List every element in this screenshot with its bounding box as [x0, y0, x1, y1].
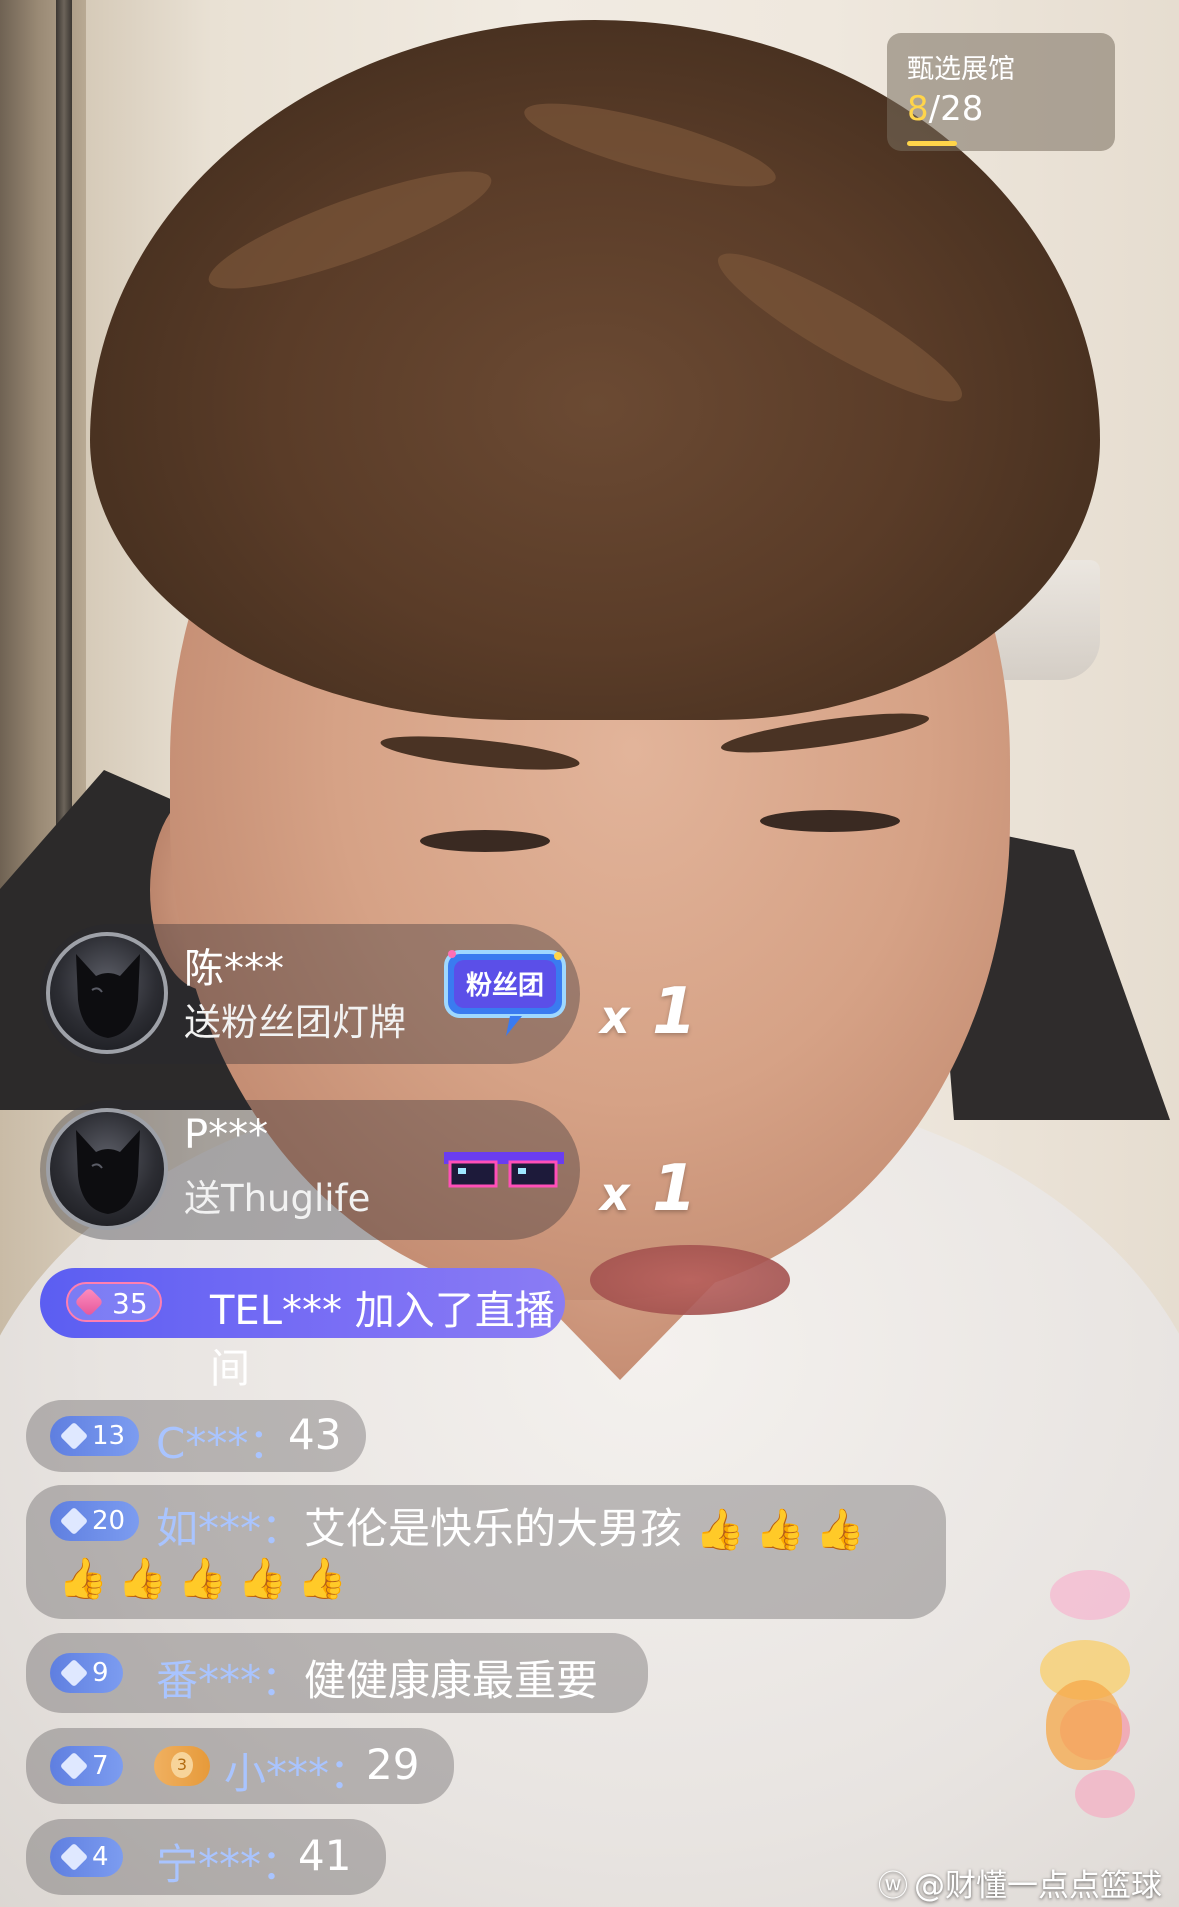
chat-text-content: 艾伦是快乐的大男孩	[304, 1504, 683, 1553]
multiplier-x: x	[600, 1167, 630, 1221]
chat-text: 健健康康最重要	[304, 1656, 599, 1705]
thumbs-up-icon: 👍	[815, 1507, 865, 1553]
user-level-badge: 7	[50, 1746, 123, 1786]
gift-sender-name: 陈***	[184, 946, 284, 992]
join-message: TEL*** 加入了直播间	[210, 1278, 565, 1394]
diamond-icon	[59, 1506, 89, 1536]
chat-message[interactable]: 7 3 小***： 29	[26, 1728, 454, 1804]
chat-message[interactable]: 13 C***： 43	[26, 1400, 366, 1472]
thumbs-up-icon: 👍	[755, 1507, 805, 1553]
user-level-number: 20	[92, 1506, 126, 1536]
user-joined-banner: 35 TEL*** 加入了直播间	[40, 1268, 565, 1392]
chat-text: 41	[298, 1831, 352, 1880]
floating-gift-icon	[1050, 1570, 1130, 1620]
cat-silhouette-icon	[76, 954, 140, 1038]
floating-flame-icon	[1046, 1680, 1122, 1770]
joined-username: TEL***	[210, 1288, 342, 1334]
user-level-number: 9	[92, 1658, 109, 1688]
diamond-icon	[59, 1842, 89, 1872]
thumbs-up-icon: 👍	[237, 1556, 288, 1602]
chat-text: 艾伦是快乐的大男孩 👍 👍 👍	[304, 1495, 875, 1556]
gallery-title: 甄选展馆	[907, 54, 1015, 85]
chat-username[interactable]: 如***：	[156, 1495, 303, 1556]
thumbs-up-icons: 👍 👍 👍	[695, 1504, 874, 1553]
chat-username[interactable]: C***：	[156, 1410, 290, 1471]
avatar[interactable]	[46, 932, 168, 1054]
chat-text-line2: 👍 👍 👍 👍 👍	[58, 1553, 357, 1602]
user-level-number: 4	[92, 1842, 109, 1872]
streamer-eye-left	[420, 830, 550, 852]
user-level-number: 13	[92, 1421, 126, 1451]
user-level-badge: 9	[50, 1653, 123, 1693]
fan-level-badge: 35	[66, 1282, 162, 1322]
fan-club-badge-label: 粉丝团	[466, 971, 544, 1001]
user-level-badge: 4	[50, 1837, 123, 1877]
thumbs-up-icons: 👍 👍 👍 👍 👍	[58, 1553, 357, 1602]
floating-heart-icon	[1075, 1770, 1135, 1818]
thumbs-up-icon: 👍	[177, 1556, 228, 1602]
user-level-badge: 13	[50, 1416, 140, 1456]
fan-level-number: 35	[112, 1287, 148, 1320]
gift-multiplier: x 1	[600, 1152, 696, 1226]
diamond-icon	[59, 1751, 89, 1781]
chat-message[interactable]: 20 如***： 艾伦是快乐的大男孩 👍 👍 👍 👍 👍 👍 👍 👍	[26, 1485, 946, 1619]
gallery-total: /28	[928, 89, 984, 129]
fan-club-level-number: 3	[171, 1752, 193, 1778]
chat-text: 43	[288, 1410, 342, 1459]
chat-message[interactable]: 9 番***： 健健康康最重要	[26, 1633, 648, 1713]
gallery-widget[interactable]: 甄选展馆 8/28	[887, 33, 1115, 151]
fan-club-level-badge: 3	[154, 1746, 210, 1786]
fan-club-badge-icon: 粉丝团	[444, 950, 566, 1036]
chat-text: 29	[366, 1740, 420, 1789]
streamer-eye-right	[760, 810, 900, 832]
gift-sender-name: P***	[184, 1112, 269, 1158]
user-level-badge: 20	[50, 1501, 140, 1541]
watermark-text: @财懂一点点篮球	[914, 1868, 1162, 1904]
user-level-number: 7	[92, 1751, 109, 1781]
streamer-mouth	[590, 1245, 790, 1315]
gem-icon	[74, 1287, 104, 1317]
thumbs-up-icon: 👍	[58, 1556, 108, 1602]
thumbs-up-icon: 👍	[695, 1507, 746, 1553]
avatar[interactable]	[46, 1108, 168, 1230]
diamond-icon	[59, 1421, 89, 1451]
diamond-icon	[59, 1658, 89, 1688]
multiplier-count: 1	[651, 1152, 697, 1226]
chat-username[interactable]: 番***：	[156, 1647, 303, 1708]
gift-description: 送Thuglife	[184, 1177, 371, 1220]
thumbs-up-icon: 👍	[117, 1556, 168, 1602]
gift-multiplier: x 1	[600, 975, 696, 1049]
weibo-logo-icon: ⓦ	[878, 1869, 908, 1904]
cat-silhouette-icon	[76, 1130, 140, 1214]
chat-username[interactable]: 小***：	[224, 1740, 371, 1801]
pixel-sunglasses-icon	[444, 1152, 564, 1188]
multiplier-x: x	[600, 990, 630, 1044]
chat-username[interactable]: 宁***：	[156, 1831, 303, 1892]
chat-message[interactable]: 4 宁***： 41	[26, 1819, 386, 1895]
gift-notification: P*** 送Thuglife	[40, 1100, 580, 1240]
gift-description: 送粉丝团灯牌	[184, 1001, 406, 1044]
watermark: ⓦ @财懂一点点篮球	[878, 1860, 1162, 1905]
thumbs-up-icon: 👍	[297, 1556, 348, 1602]
multiplier-count: 1	[651, 975, 697, 1049]
gallery-progress-bar	[907, 141, 957, 146]
gift-notification: 陈*** 送粉丝团灯牌 粉丝团	[40, 924, 580, 1064]
gallery-current: 8	[907, 89, 929, 129]
gallery-counter: 8/28	[907, 89, 983, 129]
